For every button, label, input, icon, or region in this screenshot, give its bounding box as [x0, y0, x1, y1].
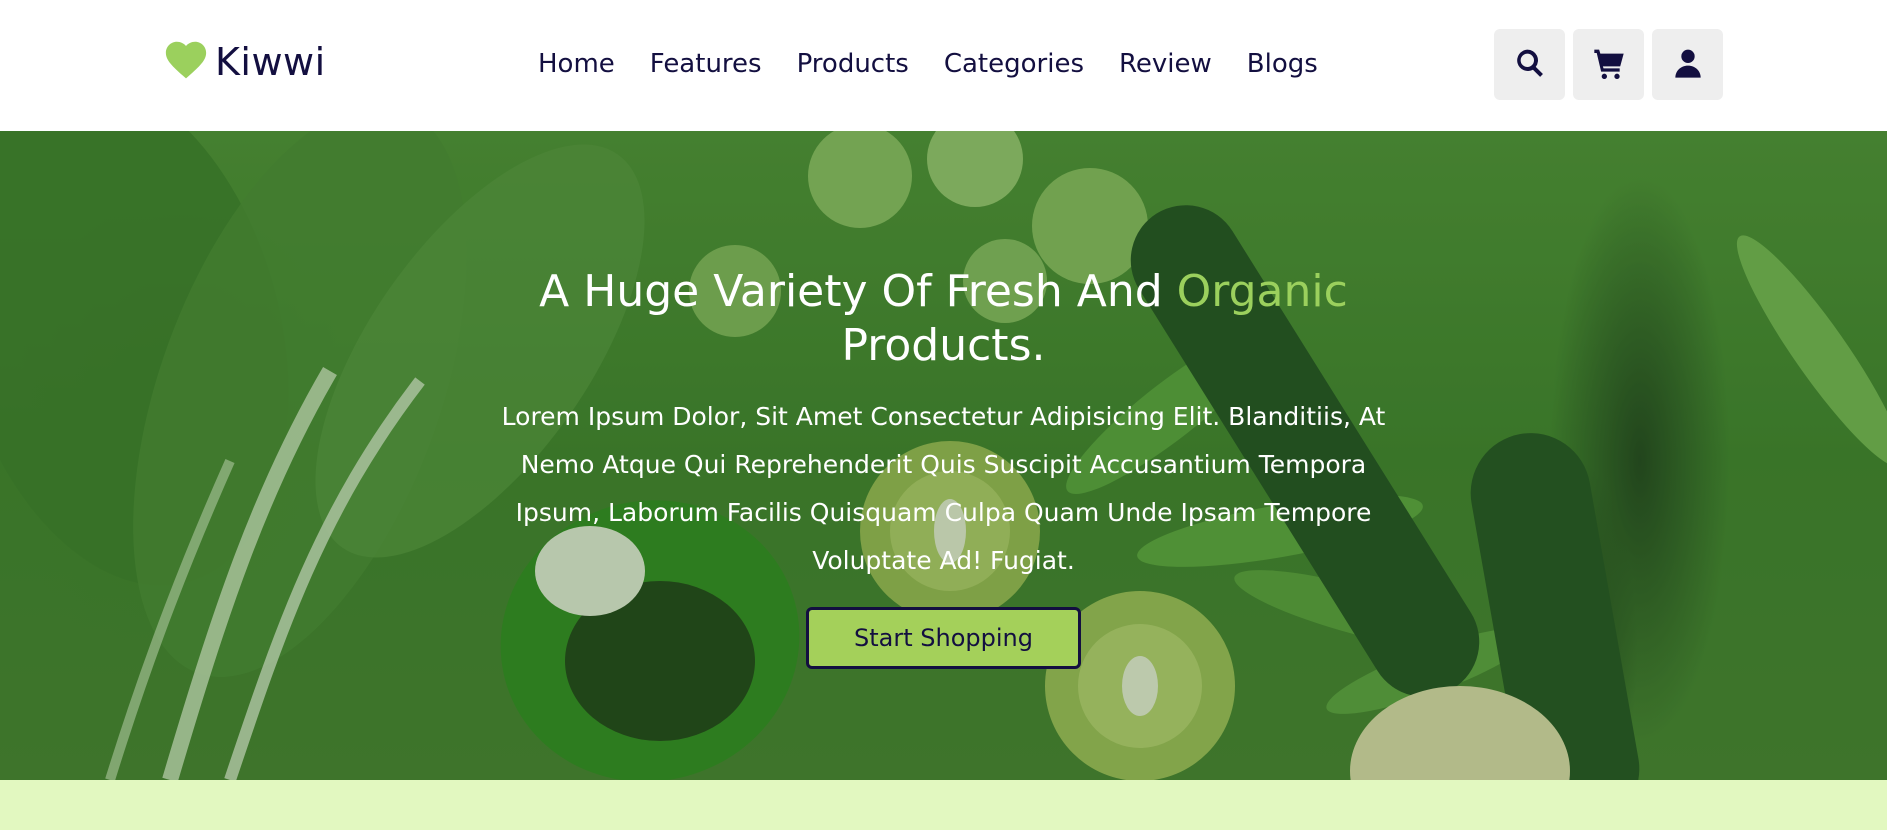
- cart-icon: [1593, 47, 1625, 83]
- search-button[interactable]: [1494, 29, 1565, 100]
- nav-blogs[interactable]: Blogs: [1247, 47, 1318, 81]
- nav-categories[interactable]: Categories: [944, 47, 1084, 81]
- next-section-strip: [0, 780, 1887, 830]
- nav-features[interactable]: Features: [650, 47, 762, 81]
- site-header: Kiwwi Home Features Products Categories …: [0, 0, 1887, 131]
- hero-title: A Huge Variety Of Fresh And Organic Prod…: [534, 265, 1354, 373]
- nav-review[interactable]: Review: [1119, 47, 1212, 81]
- main-nav: Home Features Products Categories Review…: [538, 47, 1353, 81]
- search-icon: [1514, 47, 1546, 83]
- hero-title-main: A Huge Variety Of Fresh And: [539, 266, 1163, 317]
- brand-name: Kiwwi: [215, 40, 326, 84]
- hero-banner: A Huge Variety Of Fresh And Organic Prod…: [0, 131, 1887, 780]
- heart-icon: [165, 40, 207, 84]
- hero-title-accent: Organic: [1176, 266, 1348, 317]
- header-icons: [1494, 29, 1723, 100]
- user-icon: [1672, 47, 1704, 83]
- hero-title-end: Products.: [841, 320, 1046, 371]
- start-shopping-button[interactable]: Start Shopping: [806, 607, 1081, 669]
- cart-button[interactable]: [1573, 29, 1644, 100]
- hero-content: A Huge Variety Of Fresh And Organic Prod…: [0, 131, 1887, 780]
- user-button[interactable]: [1652, 29, 1723, 100]
- hero-description: Lorem Ipsum Dolor, Sit Amet Consectetur …: [501, 402, 1386, 575]
- nav-products[interactable]: Products: [797, 47, 909, 81]
- brand-logo[interactable]: Kiwwi: [165, 40, 326, 84]
- nav-home[interactable]: Home: [538, 47, 615, 81]
